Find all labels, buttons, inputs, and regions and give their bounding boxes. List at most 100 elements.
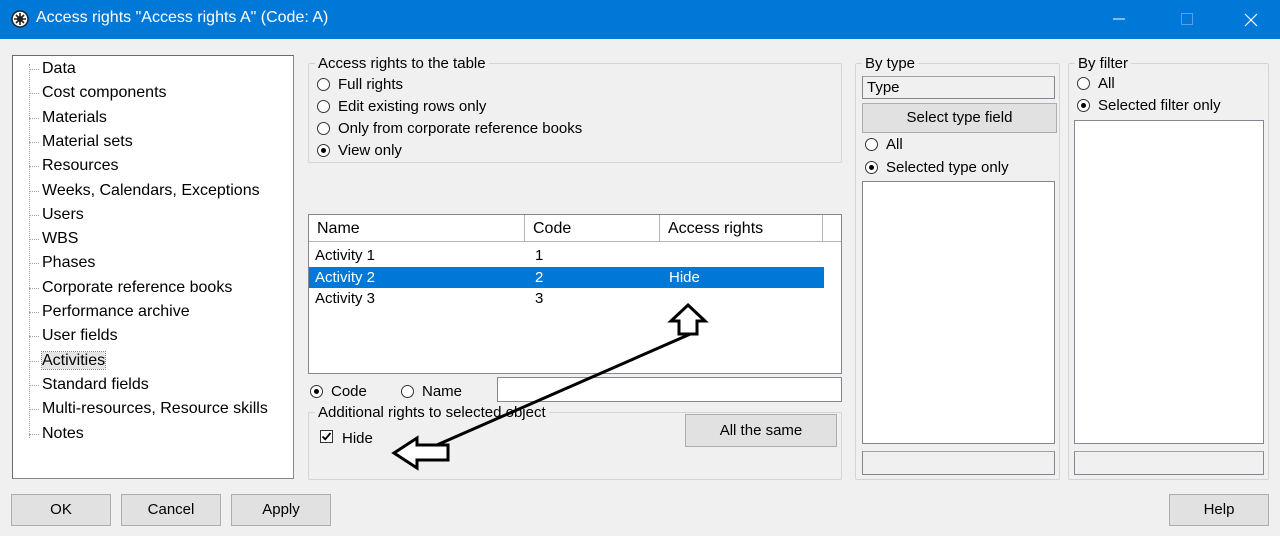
tree-item[interactable]: Weeks, Calendars, Exceptions bbox=[29, 179, 260, 203]
tree-item-label: Performance archive bbox=[42, 303, 190, 320]
tree-item[interactable]: Activities bbox=[29, 349, 107, 373]
tree-item-label: Multi-resources, Resource skills bbox=[42, 400, 268, 418]
tree-connector bbox=[29, 141, 39, 143]
checkmark-icon bbox=[321, 432, 332, 441]
tree-item[interactable]: Phases bbox=[29, 251, 95, 275]
ok-button[interactable]: OK bbox=[11, 494, 111, 526]
tree-connector bbox=[29, 263, 39, 265]
tree-item-label: Data bbox=[42, 60, 76, 77]
filter-values-list[interactable] bbox=[1074, 120, 1264, 444]
minimize-icon bbox=[1113, 18, 1125, 20]
radio-filter-all[interactable] bbox=[1077, 77, 1090, 90]
radio-type-selected[interactable] bbox=[865, 161, 878, 174]
cell-name: Activity 3 bbox=[315, 290, 376, 307]
tree-item[interactable]: Notes bbox=[29, 422, 84, 446]
close-icon bbox=[1244, 13, 1258, 27]
hide-label: Hide bbox=[342, 430, 373, 447]
access-option-radio[interactable]: Full rights bbox=[317, 75, 617, 95]
tree-connector bbox=[29, 117, 39, 119]
tree-item-label: WBS bbox=[42, 230, 79, 248]
help-button[interactable]: Help bbox=[1169, 494, 1269, 526]
minimize-button[interactable] bbox=[1096, 0, 1142, 39]
cell-code: 2 bbox=[535, 268, 544, 286]
by-filter-selected-label: Selected filter only bbox=[1098, 97, 1221, 114]
radio-button[interactable] bbox=[317, 100, 330, 113]
cell-code: 1 bbox=[535, 247, 544, 264]
radio-button[interactable] bbox=[317, 144, 330, 157]
radio-code[interactable] bbox=[310, 385, 323, 398]
tree-item-label: Cost components bbox=[42, 84, 167, 102]
hide-checkbox[interactable] bbox=[320, 430, 333, 443]
cell-access-rights: Hide bbox=[669, 268, 700, 286]
tree-item[interactable]: Standard fields bbox=[29, 373, 149, 397]
tree-item[interactable]: Materials bbox=[29, 106, 107, 130]
tree-item-label: Materials bbox=[42, 108, 107, 126]
table-row[interactable]: Activity 1 1 bbox=[309, 245, 824, 266]
tree-connector bbox=[29, 287, 39, 289]
tree-item-label: Resources bbox=[42, 157, 119, 175]
type-values-list[interactable] bbox=[862, 181, 1055, 444]
access-option-label: Full rights bbox=[338, 76, 404, 93]
column-header-name[interactable]: Name bbox=[309, 215, 525, 241]
tree-item-label: Activities bbox=[40, 350, 107, 370]
access-option-radio[interactable]: View only bbox=[317, 141, 617, 161]
column-header-code[interactable]: Code bbox=[525, 215, 660, 241]
tree-item[interactable]: Users bbox=[29, 203, 84, 227]
by-filter-group: By filter All Selected filter only bbox=[1068, 55, 1269, 480]
by-type-group: By type Type Select type field All Selec… bbox=[855, 55, 1060, 480]
radio-filter-selected[interactable] bbox=[1077, 99, 1090, 112]
tree-connector bbox=[29, 360, 39, 362]
by-filter-legend: By filter bbox=[1075, 55, 1132, 72]
table-row[interactable]: Activity 2 2 Hide bbox=[309, 266, 824, 288]
tree-item[interactable]: WBS bbox=[29, 227, 78, 251]
tree-item-label: Phases bbox=[42, 254, 96, 272]
access-option-radio[interactable]: Only from corporate reference books bbox=[317, 119, 617, 139]
column-header-access-rights[interactable]: Access rights bbox=[660, 215, 823, 241]
tree-connector bbox=[29, 69, 39, 70]
maximize-button[interactable] bbox=[1164, 0, 1210, 39]
by-type-selected-radio[interactable]: Selected type only bbox=[865, 158, 1055, 178]
by-type-all-radio[interactable]: All bbox=[865, 135, 985, 155]
by-filter-selected-radio[interactable]: Selected filter only bbox=[1077, 96, 1267, 116]
tree-item-label: User fields bbox=[42, 327, 118, 345]
by-type-legend: By type bbox=[862, 55, 919, 72]
radio-button[interactable] bbox=[317, 78, 330, 91]
tree-connector bbox=[29, 433, 39, 435]
tree-connector bbox=[29, 336, 39, 338]
search-code-label: Code bbox=[331, 383, 367, 400]
tree-connector bbox=[29, 214, 39, 216]
tree-item[interactable]: Performance archive bbox=[29, 300, 190, 324]
cell-name: Activity 2 bbox=[315, 268, 376, 286]
radio-button[interactable] bbox=[317, 122, 330, 135]
tree-item[interactable]: Cost components bbox=[29, 81, 167, 105]
title-bar[interactable]: Access rights "Access rights A" (Code: A… bbox=[0, 0, 1280, 39]
tree-item[interactable]: Material sets bbox=[29, 130, 133, 154]
tree-item[interactable]: Corporate reference books bbox=[29, 276, 232, 300]
access-option-radio[interactable]: Edit existing rows only bbox=[317, 97, 617, 117]
tree-connector bbox=[29, 239, 39, 241]
tree-item[interactable]: Multi-resources, Resource skills bbox=[29, 397, 268, 421]
cancel-button[interactable]: Cancel bbox=[121, 494, 221, 526]
radio-type-all[interactable] bbox=[865, 138, 878, 151]
close-button[interactable] bbox=[1227, 0, 1273, 39]
type-field[interactable]: Type bbox=[862, 76, 1055, 99]
access-rights-group: Access rights to the table Full rights Ed… bbox=[308, 55, 842, 163]
apply-button[interactable]: Apply bbox=[231, 494, 331, 526]
list-header: Name Code Access rights bbox=[309, 215, 841, 242]
window-title: Access rights "Access rights A" (Code: A… bbox=[36, 9, 329, 26]
tree-connector bbox=[29, 384, 39, 386]
tree-item[interactable]: Data bbox=[29, 57, 76, 81]
access-option-label: Only from corporate reference books bbox=[338, 120, 583, 137]
annotation-arrows bbox=[391, 302, 709, 471]
maximize-icon bbox=[1181, 13, 1193, 25]
by-type-status-field bbox=[862, 451, 1055, 475]
access-rights-legend: Access rights to the table bbox=[315, 55, 489, 72]
by-filter-all-label: All bbox=[1098, 75, 1115, 92]
search-by-code-radio[interactable]: Code bbox=[310, 382, 390, 402]
select-type-field-button[interactable]: Select type field bbox=[862, 103, 1057, 133]
by-filter-all-radio[interactable]: All bbox=[1077, 74, 1197, 94]
tree-item[interactable]: User fields bbox=[29, 324, 118, 348]
by-filter-status-field bbox=[1074, 451, 1264, 475]
category-tree[interactable]: Data Cost components Materials Material set… bbox=[12, 55, 294, 479]
tree-item[interactable]: Resources bbox=[29, 154, 118, 178]
